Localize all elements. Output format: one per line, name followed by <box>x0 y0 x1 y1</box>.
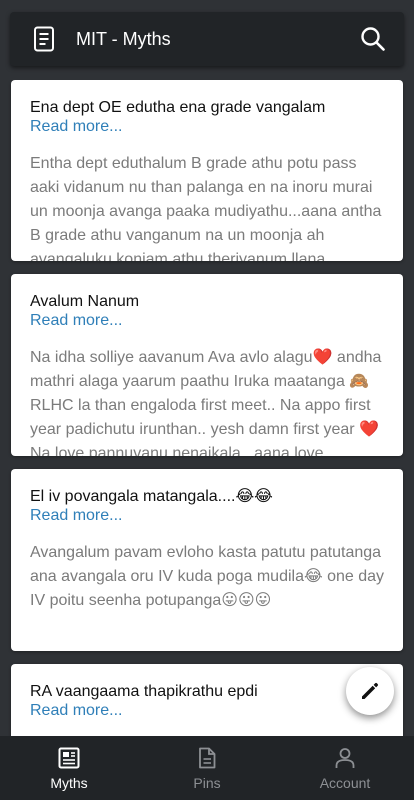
post-title: El iv povangala matangala....😂😂 <box>30 488 273 505</box>
post-title: Avalum Nanum <box>30 293 140 310</box>
nav-label: Myths <box>50 775 88 791</box>
compose-button[interactable] <box>346 667 394 715</box>
read-more-link[interactable]: Read more... <box>30 117 122 137</box>
post-excerpt: Na idha solliye aavanum Ava avlo alagu❤️… <box>30 349 382 456</box>
app-bar-panel: MIT - Myths <box>10 12 404 66</box>
post-card[interactable]: RA vaangaama thapikrathu epdi Read more.… <box>11 664 403 736</box>
post-excerpt: Entha dept eduthalum B grade athu potu p… <box>30 155 382 261</box>
post-card[interactable]: Ena dept OE edutha ena grade vangalam Re… <box>11 80 403 261</box>
bottom-navigation: Myths Pins Account <box>0 736 414 800</box>
nav-item-account[interactable]: Account <box>276 736 414 800</box>
read-more-link[interactable]: Read more... <box>30 311 122 331</box>
person-icon <box>333 746 357 770</box>
post-excerpt: Avangalum pavam evloho kasta patutu patu… <box>30 544 385 609</box>
post-title: RA vaangaama thapikrathu epdi <box>30 683 258 700</box>
post-card[interactable]: Avalum Nanum Read more... Na idha solliy… <box>11 274 403 456</box>
nav-item-myths[interactable]: Myths <box>0 736 138 800</box>
post-card[interactable]: El iv povangala matangala....😂😂 Read mor… <box>11 469 403 651</box>
file-icon <box>195 746 219 770</box>
nav-item-pins[interactable]: Pins <box>138 736 276 800</box>
myths-feed[interactable]: Ena dept OE edutha ena grade vangalam Re… <box>0 80 414 736</box>
read-more-link[interactable]: Read more... <box>30 506 122 526</box>
document-icon <box>33 26 55 52</box>
nav-label: Pins <box>193 775 221 791</box>
pencil-icon <box>362 682 379 699</box>
article-icon <box>57 746 81 770</box>
post-title: Ena dept OE edutha ena grade vangalam <box>30 99 326 116</box>
nav-label: Account <box>319 775 371 791</box>
app-bar: MIT - Myths <box>0 0 414 80</box>
app-title: MIT - Myths <box>76 29 171 49</box>
read-more-link[interactable]: Read more... <box>30 701 122 721</box>
search-icon[interactable] <box>360 26 386 52</box>
